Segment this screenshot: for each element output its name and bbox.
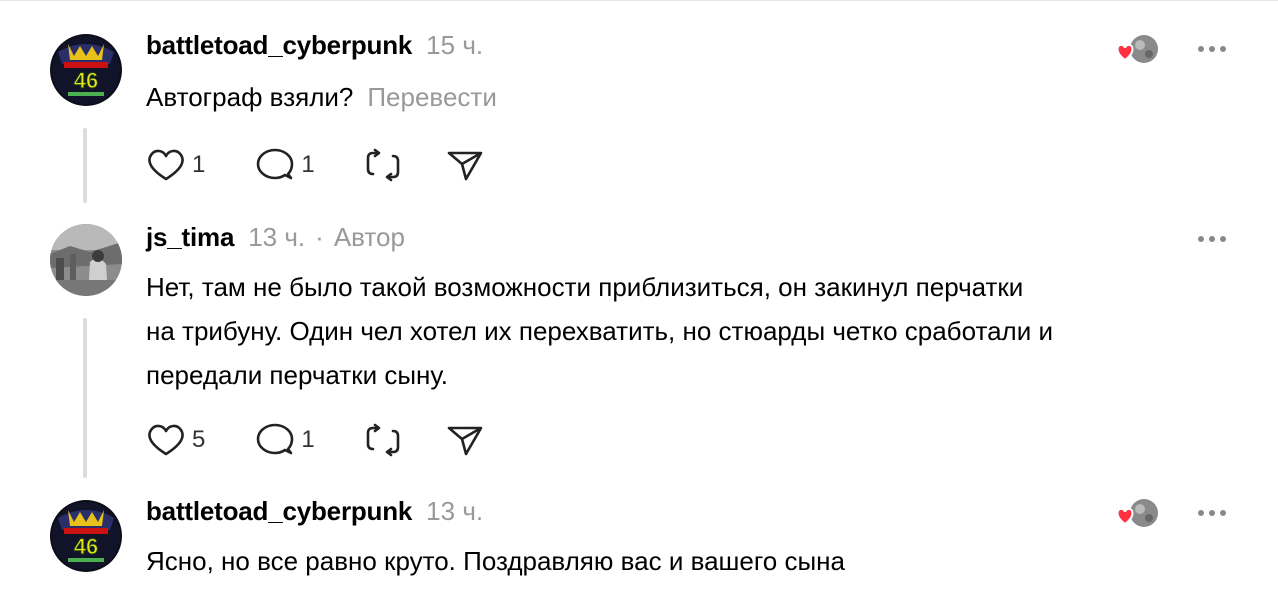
separator-dot: · <box>315 222 324 252</box>
comment-body: Ясно, но все равно круто. Поздравляю вас… <box>146 539 845 583</box>
dot-icon <box>1220 236 1226 242</box>
more-options-button[interactable] <box>1198 44 1226 54</box>
username[interactable]: js_tima <box>146 222 234 253</box>
dot-icon <box>1209 236 1215 242</box>
like-button[interactable]: 1 <box>146 147 205 183</box>
timestamp[interactable]: 15 ч. <box>426 30 483 61</box>
comment-text-line: на трибуну. Один чел хотел их перехватит… <box>146 316 1053 346</box>
comment-text-line: передали перчатки сыну. <box>146 360 448 390</box>
timestamp[interactable]: 13 ч. <box>426 496 483 527</box>
svg-text:46: 46 <box>74 68 98 93</box>
dot-icon <box>1209 46 1215 52</box>
send-icon <box>447 151 483 181</box>
avatar-battletoad[interactable]: 46 <box>50 500 122 572</box>
dot-icon <box>1220 46 1226 52</box>
translate-link[interactable]: Перевести <box>367 82 496 112</box>
comment-header: js_tima 13 ч. · Автор <box>146 222 405 253</box>
more-options-button[interactable] <box>1198 234 1226 244</box>
reply-button[interactable]: 1 <box>255 147 315 183</box>
timestamp[interactable]: 13 ч. <box>248 222 305 253</box>
dot-icon <box>1198 236 1204 242</box>
repost-button[interactable] <box>363 422 403 458</box>
dot-icon <box>1198 510 1204 516</box>
like-count: 5 <box>192 426 206 453</box>
repost-button[interactable] <box>363 147 403 183</box>
comment-text: Ясно, но все равно круто. Поздравляю вас… <box>146 546 845 576</box>
avatar-battletoad[interactable]: 46 <box>50 34 122 106</box>
author-liked-indicator <box>1114 498 1160 530</box>
avatar-js-tima[interactable] <box>50 224 122 296</box>
comment-body: Автограф взяли? Перевести <box>146 75 497 119</box>
thread-line <box>83 128 87 203</box>
comment-bubble-icon <box>257 423 294 455</box>
comment-bubble-icon <box>257 148 294 180</box>
dot-icon <box>1220 510 1226 516</box>
username[interactable]: battletoad_cyberpunk <box>146 496 412 527</box>
action-bar: 5 1 <box>146 420 485 460</box>
author-badge: Автор <box>333 222 405 252</box>
heart-outline-icon <box>148 424 184 456</box>
thread-line <box>83 318 87 478</box>
author-avatar-mini <box>1130 499 1158 527</box>
top-divider <box>0 0 1278 1</box>
more-options-button[interactable] <box>1198 508 1226 518</box>
reply-count: 1 <box>301 426 315 453</box>
like-count: 1 <box>192 151 206 178</box>
avatar-image: 46 <box>50 500 122 572</box>
comment-text: Автограф взяли? <box>146 82 354 112</box>
reply-count: 1 <box>301 151 315 178</box>
repost-icon <box>366 423 400 457</box>
share-button[interactable] <box>445 147 485 183</box>
username[interactable]: battletoad_cyberpunk <box>146 30 412 61</box>
dot-icon <box>1198 46 1204 52</box>
repost-icon <box>366 148 400 182</box>
dot-icon <box>1209 510 1215 516</box>
avatar-image: 46 <box>50 34 122 106</box>
heart-outline-icon <box>148 149 184 181</box>
like-button[interactable]: 5 <box>146 422 205 458</box>
reply-button[interactable]: 1 <box>255 422 315 458</box>
share-button[interactable] <box>445 422 485 458</box>
comment-body: Нет, там не было такой возможности прибл… <box>146 265 1053 397</box>
action-bar: 1 1 <box>146 145 485 185</box>
comment-text-line: Нет, там не было такой возможности прибл… <box>146 272 1024 302</box>
svg-text:46: 46 <box>74 534 98 559</box>
comment-header: battletoad_cyberpunk 13 ч. <box>146 496 483 527</box>
avatar-image <box>50 224 122 296</box>
author-avatar-mini <box>1130 35 1158 63</box>
author-liked-indicator <box>1114 34 1160 66</box>
heart-icon <box>1116 507 1134 526</box>
send-icon <box>447 426 483 456</box>
comment-header: battletoad_cyberpunk 15 ч. <box>146 30 483 61</box>
heart-icon <box>1116 43 1134 62</box>
